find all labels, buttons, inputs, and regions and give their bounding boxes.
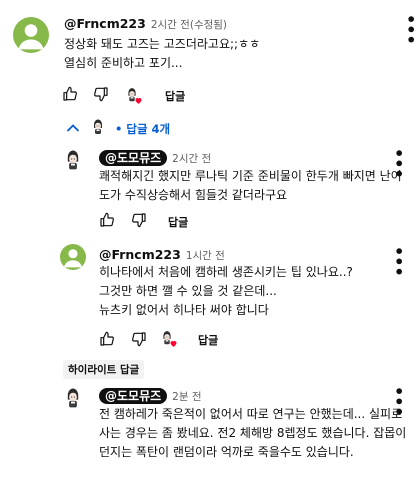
thumb-down-icon[interactable] [131,212,147,228]
channel-owner-badge[interactable]: @도모뮤즈 [99,388,168,404]
commenter-avatar[interactable] [60,146,86,172]
chevron-up-icon[interactable] [66,123,80,133]
reply-button[interactable]: 답글 [165,88,185,104]
comment-header: @Frncm223 1시간 전 [99,244,225,263]
comment-time[interactable]: 2시간 전 [172,153,211,165]
comment-header: @Frncm223 2시간 전(수정됨) [64,13,227,32]
comment-text: 히나타에서 처음에 캠하레 생존시키는 팁 있나요..? 그것만 하면 깰 수 … [99,265,353,317]
thumb-down-icon[interactable] [93,86,109,102]
replier-avatar [88,116,108,136]
creator-heart-icon [169,339,178,348]
comment-text: 쾌적해지긴 했지만 루나틱 기준 준비물이 한두개 빠지면 난이 도가 수직상승… [99,169,402,202]
commenter-avatar[interactable] [60,384,86,410]
comment-text: 정상화 돼도 고즈는 고즈더라고요;;ㅎㅎ 열심히 준비하고 포기... [64,37,261,70]
comment-text: 전 캠하레가 죽은적이 없어서 따로 연구는 안했는데... 실피로 사는 경우… [99,407,407,459]
thumb-down-icon[interactable] [131,331,147,347]
replies-count-label: 답글 4개 [126,122,171,136]
comment-header: @도모뮤즈 2분 전 [99,385,202,404]
reply-button[interactable]: 답글 [198,332,218,348]
commenter-handle[interactable]: @Frncm223 [64,16,146,31]
commenter-avatar[interactable] [60,244,86,270]
creator-heart-icon [134,96,143,105]
replies-toggle[interactable]: • 답글 4개 [115,121,170,137]
commenter-avatar[interactable] [13,17,49,53]
highlighted-reply-tag: 하이라이트 답글 [63,360,145,379]
thumb-up-icon[interactable] [99,212,115,228]
thumb-up-icon[interactable] [99,331,115,347]
channel-owner-badge[interactable]: @도모뮤즈 [99,150,168,166]
reply-button[interactable]: 답글 [168,214,188,230]
comment-time[interactable]: 1시간 전 [186,250,225,262]
commenter-handle[interactable]: @Frncm223 [99,247,181,262]
comment-time[interactable]: 2시간 전(수정됨) [151,19,227,31]
thumb-up-icon[interactable] [62,86,78,102]
comment-time[interactable]: 2분 전 [172,391,201,403]
more-vert-icon[interactable]: ••• [401,14,420,45]
comment-header: @도모뮤즈 2시간 전 [99,147,211,166]
